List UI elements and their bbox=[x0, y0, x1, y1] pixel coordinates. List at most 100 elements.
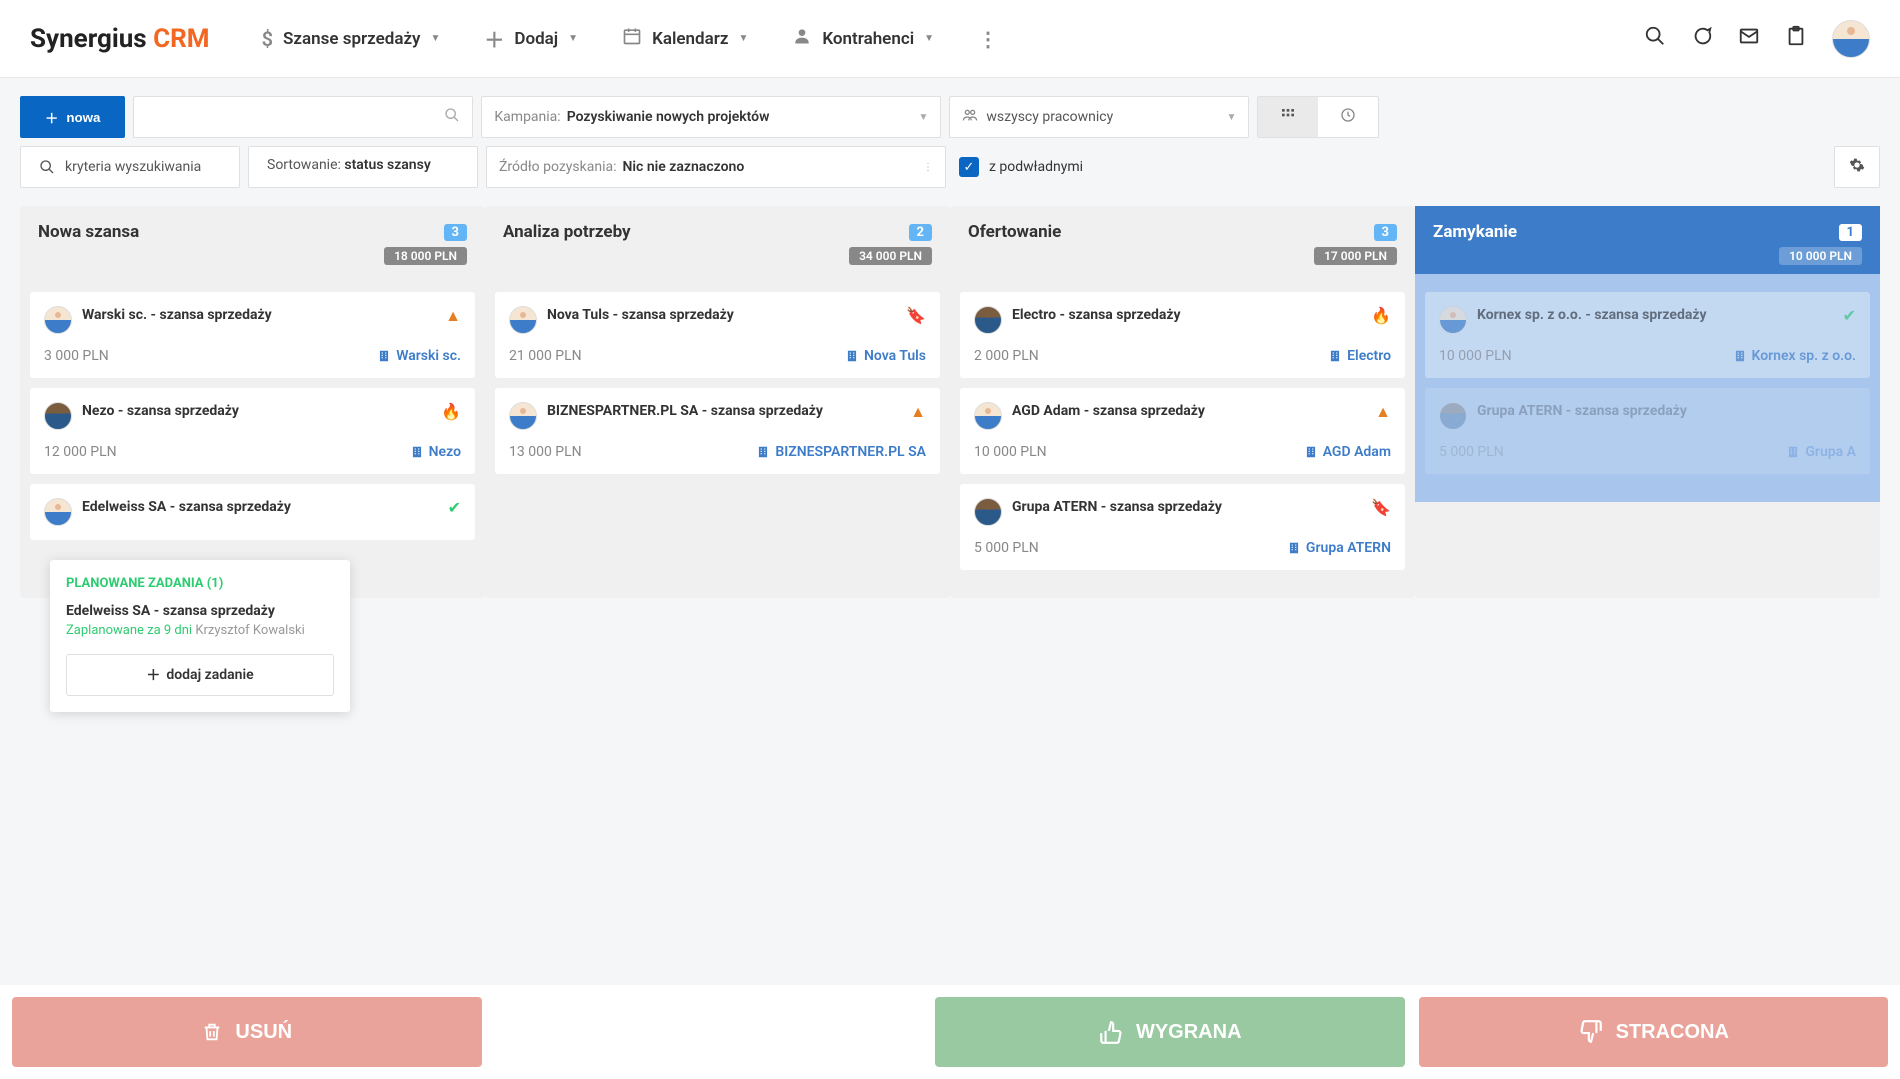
card-avatar bbox=[509, 306, 537, 334]
top-header: Synergius CRM $ Szanse sprzedaży ▼ ＋ Dod… bbox=[0, 0, 1900, 78]
column-header[interactable]: Zamykanie 1 10 000 PLN bbox=[1415, 206, 1880, 274]
search-input[interactable] bbox=[133, 96, 473, 138]
column-count: 3 bbox=[444, 224, 467, 241]
card-company-link[interactable]: AGD Adam bbox=[1304, 444, 1391, 460]
nav-add[interactable]: ＋ Dodaj ▼ bbox=[462, 24, 600, 53]
opportunity-card[interactable]: Nova Tuls - szansa sprzedaży 🔖 21 000 PL… bbox=[495, 292, 940, 378]
opportunity-card[interactable]: Grupa ATERN - szansa sprzedaży 5 000 PLN… bbox=[1425, 388, 1870, 474]
search-field[interactable] bbox=[146, 109, 444, 125]
nav-calendar-label: Kalendarz bbox=[652, 29, 728, 49]
won-label: WYGRANA bbox=[1136, 1021, 1242, 1044]
view-kanban[interactable] bbox=[1258, 97, 1318, 137]
chat-icon[interactable] bbox=[1691, 25, 1713, 53]
chevron-down-icon: ▼ bbox=[568, 33, 578, 44]
opportunity-card[interactable]: Warski sc. - szansa sprzedaży ▲ 3 000 PL… bbox=[30, 292, 475, 378]
sort-value: status szansy bbox=[344, 157, 430, 173]
delete-button[interactable]: USUŃ bbox=[12, 997, 482, 1067]
lost-button[interactable]: STRACONA bbox=[1419, 997, 1889, 1067]
opportunity-card[interactable]: BIZNESPARTNER.PL SA - szansa sprzedaży ▲… bbox=[495, 388, 940, 474]
view-history[interactable] bbox=[1318, 97, 1378, 137]
new-button[interactable]: ＋ nowa bbox=[20, 96, 125, 138]
nav-contractors[interactable]: Kontrahenci ▼ bbox=[770, 26, 956, 51]
logo-text: Synergius bbox=[30, 24, 147, 54]
dollar-icon: $ bbox=[262, 27, 273, 51]
nav-calendar[interactable]: Kalendarz ▼ bbox=[600, 26, 770, 51]
card-amount: 5 000 PLN bbox=[974, 540, 1039, 556]
card-company-link[interactable]: BIZNESPARTNER.PL SA bbox=[756, 444, 926, 460]
user-avatar[interactable] bbox=[1832, 20, 1870, 58]
campaign-dropdown[interactable]: Kampania: Pozyskiwanie nowych projektów … bbox=[481, 96, 941, 138]
indicator-icon: ✔ bbox=[1843, 306, 1856, 325]
sort-dropdown[interactable]: Sortowanie: status szansy bbox=[248, 146, 478, 188]
tasks-popup: PLANOWANE ZADANIA (1) Edelweiss SA - sza… bbox=[50, 560, 350, 712]
employees-dropdown[interactable]: wszyscy pracownicy ▼ bbox=[949, 96, 1249, 138]
card-amount: 5 000 PLN bbox=[1439, 444, 1504, 460]
opportunity-card[interactable]: Electro - szansa sprzedaży 🔥 2 000 PLN E… bbox=[960, 292, 1405, 378]
kanban-column: Zamykanie 1 10 000 PLN Kornex sp. z o.o.… bbox=[1415, 206, 1880, 598]
kebab-icon: ⋮ bbox=[923, 162, 933, 173]
mail-icon[interactable] bbox=[1738, 25, 1760, 53]
card-company-link[interactable]: Warski sc. bbox=[377, 348, 461, 364]
popup-subtitle: Zaplanowane za 9 dni Krzysztof Kowalski bbox=[66, 623, 334, 638]
column-header[interactable]: Analiza potrzeby 2 34 000 PLN bbox=[485, 206, 950, 274]
chevron-down-icon: ▼ bbox=[431, 33, 441, 44]
nav-more[interactable]: ⋮ bbox=[956, 27, 1020, 51]
card-company-link[interactable]: Kornex sp. z o.o. bbox=[1733, 348, 1856, 364]
card-avatar bbox=[509, 402, 537, 430]
popup-who: Krzysztof Kowalski bbox=[195, 623, 304, 638]
card-title: Electro - szansa sprzedaży bbox=[1012, 306, 1361, 325]
subordinates-checkbox[interactable]: ✓ z podwładnymi bbox=[954, 146, 1088, 188]
settings-button[interactable] bbox=[1834, 146, 1880, 188]
column-header[interactable]: Nowa szansa 3 18 000 PLN bbox=[20, 206, 485, 274]
campaign-value: Pozyskiwanie nowych projektów bbox=[567, 109, 770, 125]
criteria-button[interactable]: kryteria wyszukiwania bbox=[20, 146, 240, 188]
opportunity-card[interactable]: AGD Adam - szansa sprzedaży ▲ 10 000 PLN… bbox=[960, 388, 1405, 474]
won-button[interactable]: WYGRANA bbox=[935, 997, 1405, 1067]
add-task-label: dodaj zadanie bbox=[166, 667, 253, 683]
column-title: Ofertowanie bbox=[968, 222, 1061, 242]
popup-header: PLANOWANE ZADANIA (1) bbox=[66, 576, 334, 591]
employees-value: wszyscy pracownicy bbox=[986, 109, 1113, 125]
source-label: Źródło pozyskania: bbox=[499, 159, 617, 175]
kanban-column: Analiza potrzeby 2 34 000 PLN Nova Tuls … bbox=[485, 206, 950, 598]
card-company-link[interactable]: Electro bbox=[1328, 348, 1391, 364]
column-sum: 18 000 PLN bbox=[384, 247, 467, 265]
source-dropdown[interactable]: Źródło pozyskania: Nic nie zaznaczono ⋮ bbox=[486, 146, 946, 188]
column-title: Nowa szansa bbox=[38, 222, 139, 242]
card-amount: 3 000 PLN bbox=[44, 348, 109, 364]
kanban-board: Nowa szansa 3 18 000 PLN Warski sc. - sz… bbox=[0, 206, 1900, 598]
popup-when: Zaplanowane za 9 dni bbox=[66, 623, 192, 638]
card-amount: 21 000 PLN bbox=[509, 348, 582, 364]
search-icon[interactable] bbox=[1644, 25, 1666, 53]
opportunity-card[interactable]: Kornex sp. z o.o. - szansa sprzedaży ✔ 1… bbox=[1425, 292, 1870, 378]
sort-label: Sortowanie: bbox=[267, 157, 341, 173]
card-company-link[interactable]: Grupa ATERN bbox=[1287, 540, 1391, 556]
opportunity-card[interactable]: Nezo - szansa sprzedaży 🔥 12 000 PLN Nez… bbox=[30, 388, 475, 474]
column-body: Nova Tuls - szansa sprzedaży 🔖 21 000 PL… bbox=[485, 274, 950, 502]
clipboard-icon[interactable] bbox=[1785, 25, 1807, 53]
opportunity-card[interactable]: Grupa ATERN - szansa sprzedaży 🔖 5 000 P… bbox=[960, 484, 1405, 570]
card-amount: 10 000 PLN bbox=[974, 444, 1047, 460]
kanban-column: Ofertowanie 3 17 000 PLN Electro - szans… bbox=[950, 206, 1415, 598]
column-header[interactable]: Ofertowanie 3 17 000 PLN bbox=[950, 206, 1415, 274]
chevron-down-icon: ▼ bbox=[738, 33, 748, 44]
card-title: Nova Tuls - szansa sprzedaży bbox=[547, 306, 896, 325]
indicator-icon: 🔖 bbox=[906, 306, 926, 325]
card-company-link[interactable]: Nova Tuls bbox=[845, 348, 926, 364]
card-avatar bbox=[44, 306, 72, 334]
card-company-link[interactable]: Nezo bbox=[410, 444, 461, 460]
opportunity-card[interactable]: Edelweiss SA - szansa sprzedaży ✔ bbox=[30, 484, 475, 540]
subordinates-label: z podwładnymi bbox=[989, 159, 1083, 175]
footer-actions: USUŃ WYGRANA STRACONA bbox=[0, 985, 1900, 1079]
indicator-icon: ▲ bbox=[1375, 402, 1391, 422]
card-title: BIZNESPARTNER.PL SA - szansa sprzedaży bbox=[547, 402, 900, 421]
kanban-column: Nowa szansa 3 18 000 PLN Warski sc. - sz… bbox=[20, 206, 485, 598]
source-value: Nic nie zaznaczono bbox=[623, 159, 745, 175]
view-toggle bbox=[1257, 96, 1379, 138]
card-title: Kornex sp. z o.o. - szansa sprzedaży bbox=[1477, 306, 1833, 325]
add-task-button[interactable]: ＋ dodaj zadanie bbox=[66, 654, 334, 696]
column-body: Kornex sp. z o.o. - szansa sprzedaży ✔ 1… bbox=[1415, 274, 1880, 502]
nav-sales[interactable]: $ Szanse sprzedaży ▼ bbox=[240, 27, 463, 51]
card-amount: 13 000 PLN bbox=[509, 444, 582, 460]
card-company-link[interactable]: Grupa A bbox=[1786, 444, 1856, 460]
